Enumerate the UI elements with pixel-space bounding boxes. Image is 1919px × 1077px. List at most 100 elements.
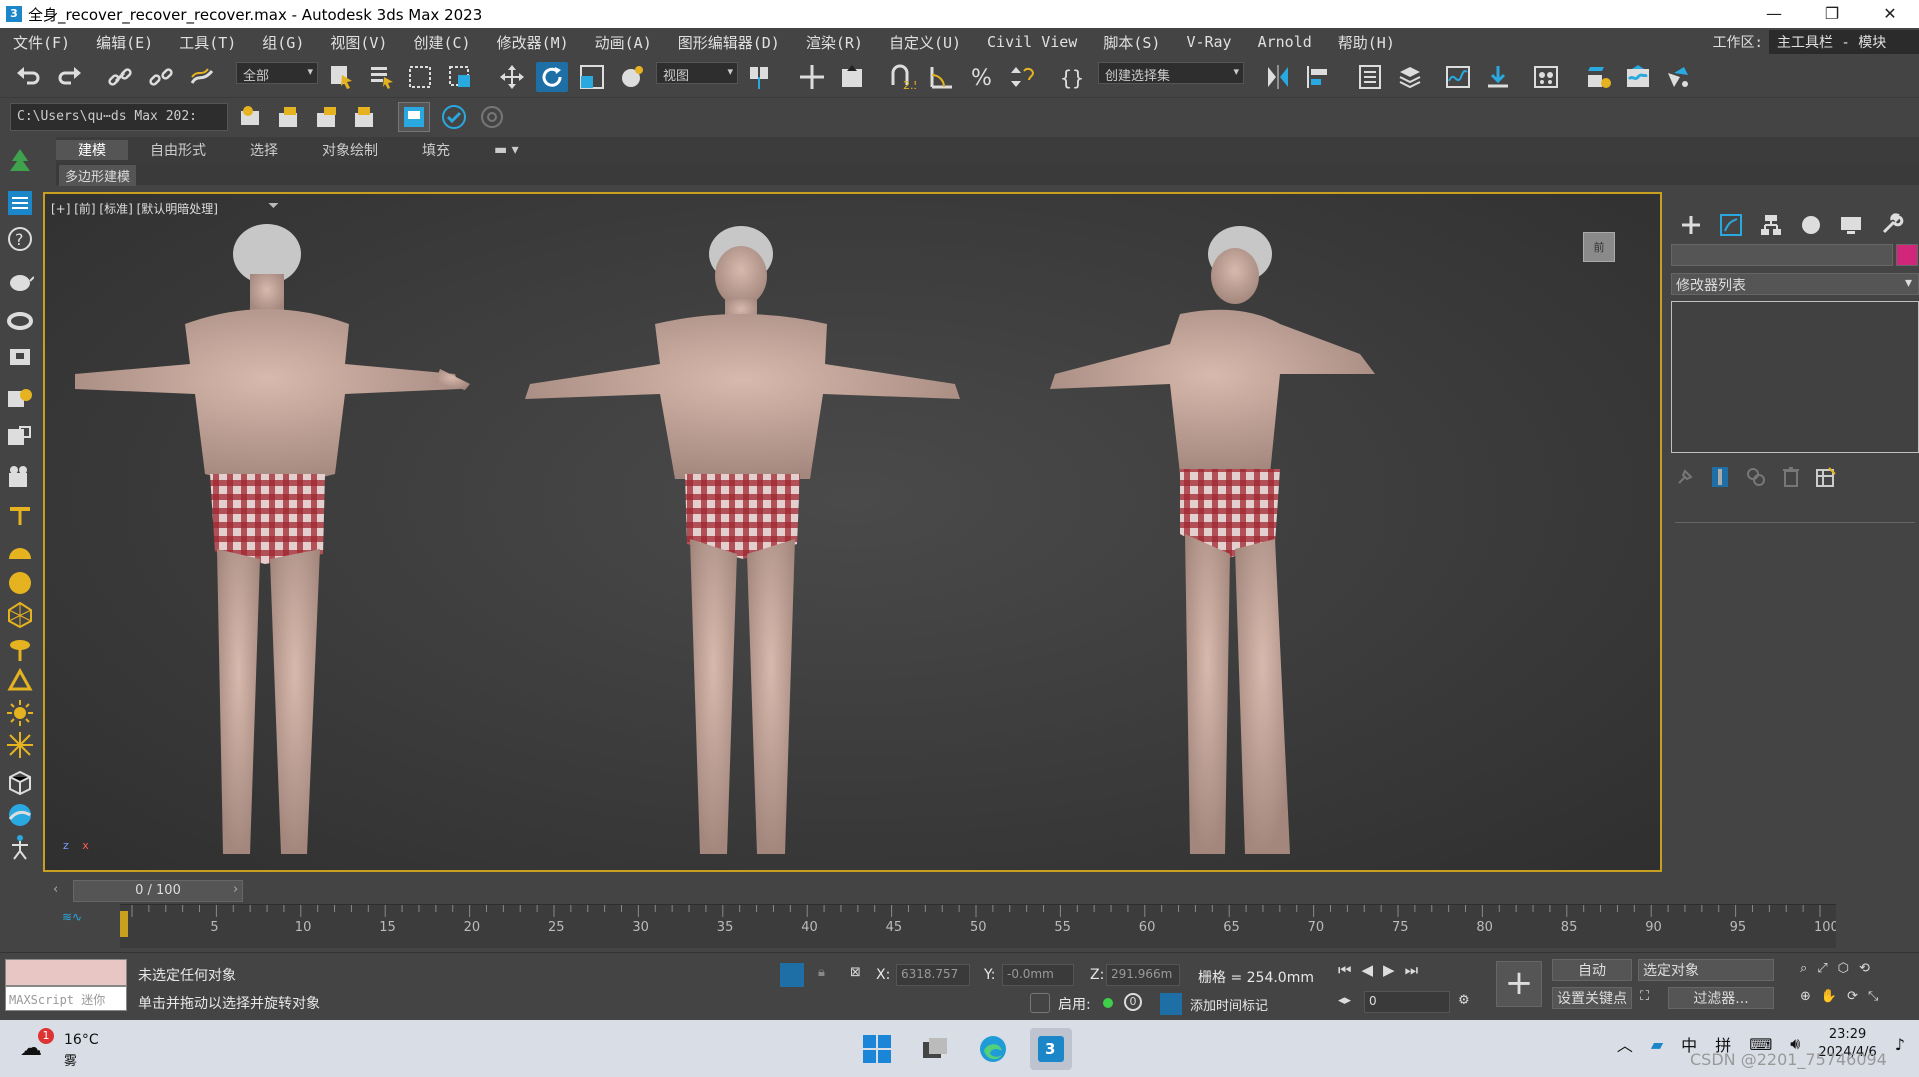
slider-next-icon[interactable]: › [233, 882, 238, 897]
unlink-icon[interactable] [145, 62, 177, 92]
dope-sheet-icon[interactable] [1482, 62, 1514, 92]
torus-icon[interactable] [6, 305, 34, 333]
material-sphere-icon[interactable] [6, 801, 34, 829]
percent-snap-icon[interactable]: % [966, 62, 998, 92]
show-end-result-icon[interactable] [1709, 465, 1731, 493]
mini-curve-editor-icon[interactable]: ≋∿ [62, 910, 102, 936]
3dsmax-taskbar-icon[interactable]: 3 [1030, 1028, 1072, 1070]
motion-tab-icon[interactable] [1796, 210, 1826, 240]
viewcube[interactable]: 前 [1583, 232, 1615, 262]
skylight-icon[interactable] [6, 731, 34, 759]
viewport-navigation-controls[interactable]: ⌕⤢⬡⟲ [1800, 961, 1880, 976]
workspace-dropdown[interactable]: 主工具栏 - 模块 [1769, 30, 1919, 54]
menu-rendering[interactable]: 渲染(R) [793, 32, 876, 53]
current-frame-marker[interactable] [120, 911, 128, 937]
dome-icon[interactable] [6, 537, 34, 565]
edit-named-selection-icon[interactable]: {} [1056, 62, 1088, 92]
workspace-selector[interactable]: 工作区: 主工具栏 - 模块 [1713, 28, 1919, 56]
modifier-stack[interactable] [1671, 301, 1919, 453]
reference-coordinate-dropdown[interactable]: 视图 [656, 62, 738, 84]
auto-key-button[interactable]: 自动 [1552, 959, 1632, 981]
menu-tools[interactable]: 工具(T) [166, 32, 249, 53]
zero-toggle-icon[interactable]: 0 [1124, 993, 1142, 1011]
retarget-icon[interactable] [476, 102, 508, 132]
set-key-icon[interactable]: + [1496, 961, 1542, 1007]
isolate-selection-icon[interactable] [780, 963, 804, 987]
cube-wire-icon[interactable] [6, 769, 34, 797]
sphere-icon[interactable] [6, 569, 34, 597]
current-frame-spinner[interactable]: 0 [1364, 991, 1450, 1013]
scene-explorer-icon[interactable] [1354, 62, 1386, 92]
layer-explorer-icon[interactable] [1394, 62, 1426, 92]
biped-icon[interactable] [6, 833, 34, 861]
menu-animation[interactable]: 动画(A) [582, 32, 665, 53]
z-coordinate-field[interactable]: 291.966m [1106, 964, 1180, 986]
selection-lock-icon[interactable]: 🔒︎ [818, 965, 825, 980]
select-manipulate-icon[interactable] [796, 62, 828, 92]
selection-filter-dropdown[interactable]: 全部 [236, 62, 318, 84]
tab-populate[interactable]: 填充 [400, 140, 472, 160]
move-icon[interactable] [496, 62, 528, 92]
viewport-pan-controls[interactable]: ⊕✋⟳⤡ [1800, 989, 1888, 1004]
time-tag-icon[interactable] [1160, 993, 1182, 1015]
menu-civil-view[interactable]: Civil View [974, 33, 1090, 51]
render-icon[interactable] [6, 423, 34, 451]
rotate-icon[interactable] [536, 62, 568, 92]
adaptive-degradation-icon[interactable] [1030, 993, 1050, 1013]
keyboard-shortcut-icon[interactable] [836, 62, 868, 92]
window-crossing-icon[interactable] [444, 62, 476, 92]
object-color-swatch[interactable] [1896, 244, 1918, 266]
omni-light-icon[interactable] [6, 635, 34, 663]
rectangular-selection-icon[interactable] [404, 62, 436, 92]
create-tab-icon[interactable] [1676, 210, 1706, 240]
menu-scripting[interactable]: 脚本(S) [1090, 32, 1173, 53]
menu-modifiers[interactable]: 修改器(M) [484, 32, 582, 53]
key-mode-icon[interactable]: ⛶ [1640, 989, 1649, 1004]
project-folder-icon[interactable] [236, 102, 268, 132]
auto-backup-icon[interactable] [398, 102, 430, 132]
viewport-filter-icon[interactable]: ⏷ [268, 198, 279, 214]
project-path-dropdown[interactable]: C:\Users\qu⋯ds Max 202: [10, 103, 228, 131]
object-name-field[interactable] [1671, 244, 1893, 266]
spinner-snap-icon[interactable] [1006, 62, 1038, 92]
maxscript-listener[interactable]: MAXScript 迷你 [5, 959, 127, 1013]
add-time-tag-text[interactable]: 添加时间标记 [1190, 995, 1268, 1014]
track-bar[interactable]: 5 10 15 20 25 30 35 40 45 50 55 60 65 70 75 80 85 90 95 100 [110, 904, 1850, 948]
key-filters-button[interactable]: 过滤器... [1668, 987, 1774, 1009]
task-view-icon[interactable] [914, 1028, 956, 1070]
pin-stack-icon[interactable] [1675, 467, 1695, 491]
menu-vray[interactable]: V-Ray [1173, 33, 1244, 51]
render-production-icon[interactable] [1662, 62, 1694, 92]
make-unique-icon[interactable] [1745, 466, 1767, 492]
menu-arnold[interactable]: Arnold [1245, 33, 1325, 51]
curve-editor-icon[interactable] [1442, 62, 1474, 92]
named-selection-dropdown[interactable]: 创建选择集 [1098, 62, 1244, 84]
notification-icon[interactable]: ♪ [1895, 1035, 1905, 1054]
y-coordinate-field[interactable]: -0.0mm [1002, 964, 1074, 986]
time-slider-handle[interactable]: 0 / 100 [73, 880, 243, 902]
windows-start-icon[interactable] [856, 1028, 898, 1070]
redo-icon[interactable] [54, 62, 86, 92]
remove-modifier-icon[interactable] [1781, 466, 1801, 492]
angle-snap-icon[interactable] [926, 62, 958, 92]
snaps-toggle-icon[interactable]: 2.5 [886, 62, 918, 92]
export-file-icon[interactable] [350, 102, 382, 132]
camera-icon[interactable] [6, 463, 34, 491]
open-file-icon[interactable] [274, 102, 306, 132]
select-by-name-icon[interactable] [366, 62, 398, 92]
light-bulb-icon[interactable] [6, 385, 34, 413]
menu-help[interactable]: 帮助(H) [1325, 32, 1408, 53]
directional-light-icon[interactable] [6, 667, 34, 695]
time-config-icon[interactable]: ⚙︎ [1458, 993, 1470, 1008]
select-object-icon[interactable] [326, 62, 358, 92]
restore-button[interactable]: ❐ [1803, 0, 1861, 28]
menu-views[interactable]: 视图(V) [317, 32, 400, 53]
tab-object-paint[interactable]: 对象绘制 [300, 140, 400, 160]
modify-tab-icon[interactable] [1716, 210, 1746, 240]
help-icon[interactable]: ? [6, 225, 34, 253]
menu-group[interactable]: 组(G) [249, 32, 317, 53]
configure-modifier-sets-icon[interactable] [1815, 466, 1837, 492]
key-filter-dropdown[interactable]: 选定对象 [1638, 959, 1774, 981]
x-coordinate-field[interactable]: 6318.757 [896, 964, 970, 986]
link-icon[interactable] [104, 62, 136, 92]
